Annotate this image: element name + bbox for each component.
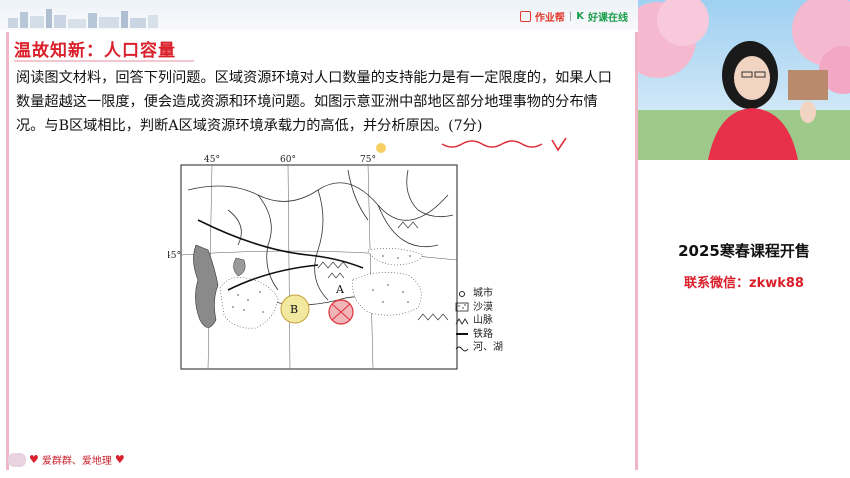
brand-separator: | (568, 11, 573, 22)
heart-icon: ♥ (29, 453, 39, 466)
brand-zuoyebang: 作业帮 (534, 13, 565, 24)
promo-title: 2025寒春课程开售 (678, 242, 810, 260)
railway-icon (456, 333, 468, 336)
city-skyline-decoration (8, 9, 158, 28)
promo-wechat: 联系微信：zkwk88 (684, 276, 804, 291)
footer-slogan: 爱群群、爱地理 (41, 456, 112, 467)
legend-item-mountain: 山脉 (455, 314, 503, 328)
region-a-label: A (335, 283, 345, 296)
title-underline (14, 60, 194, 62)
question-paragraph: 阅读图文材料，回答下列问题。区域资源环境对人口数量的支持能力是有一定限度的，如果… (16, 70, 612, 134)
legend-item-river-lake: 河、湖 (455, 341, 503, 355)
lon-label-60: 60° (280, 155, 296, 165)
heart-icon: ♥ (114, 453, 125, 466)
zuoyebang-logo-icon (519, 11, 531, 22)
river-lake-icon (455, 346, 469, 352)
slide-area: 作业帮 | K 好课在线 温故知新：人口容量 阅读图文材料，回答下列问题。区域资… (0, 0, 638, 478)
slide-footer: ♥ 爱群群、爱地理 ♥ (8, 452, 125, 467)
teacher-video (638, 0, 850, 160)
legend-item-railway: 铁路 (455, 328, 503, 342)
map-legend: 城市 沙漠 山脉 铁路 河、湖 (455, 287, 503, 355)
slide-header-band: 作业帮 | K 好课在线 (0, 0, 638, 30)
lon-label-75: 75° (360, 155, 376, 165)
brand-haoke: 好课在线 (588, 13, 628, 24)
city-icon (459, 290, 465, 297)
mascot-icon (8, 452, 26, 467)
brand-logo: 作业帮 | K 好课在线 (519, 9, 628, 24)
legend-item-desert: 沙漠 (455, 301, 503, 315)
region-b-label: B (290, 303, 298, 316)
legend-item-city: 城市 (455, 287, 503, 301)
lat-label-45: 45° (168, 251, 181, 261)
pavilion (788, 70, 828, 100)
desert-icon (455, 302, 469, 312)
mountain-icon (455, 317, 469, 325)
slide-title: 温故知新：人口容量 (14, 41, 176, 61)
lon-label-45: 45° (204, 155, 220, 165)
haoke-logo-icon: K (576, 11, 584, 22)
